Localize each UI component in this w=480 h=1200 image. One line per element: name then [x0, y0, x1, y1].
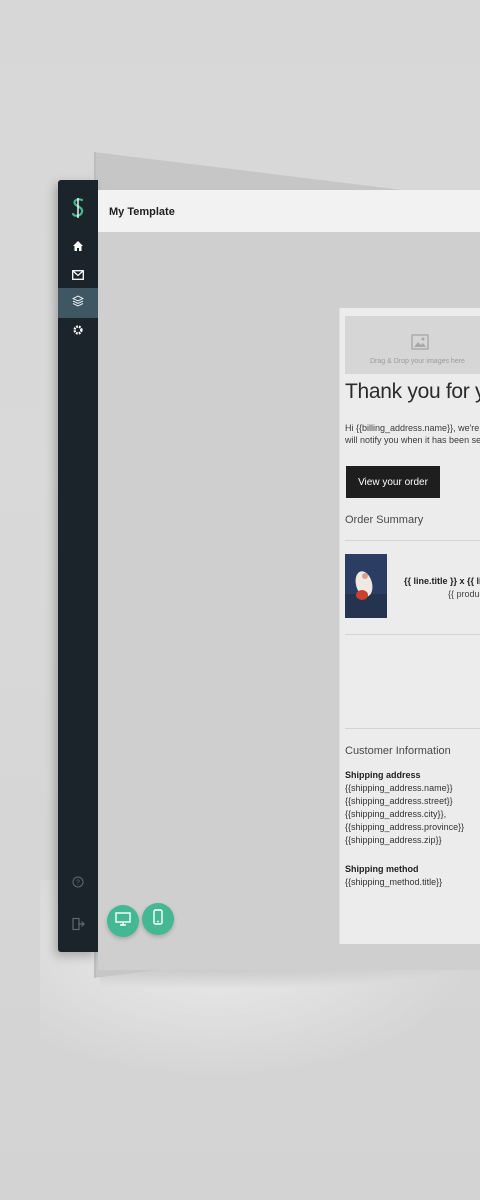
sidebar-item-logout[interactable]: [58, 912, 98, 940]
monitor-icon: [115, 911, 131, 931]
shipping-method-label: Shipping method: [345, 864, 419, 874]
sidebar-item-help[interactable]: ?: [58, 870, 98, 898]
home-icon: [72, 239, 84, 257]
order-summary-title: Order Summary: [345, 514, 424, 526]
email-preview: Drag & Drop your images here Thank you f…: [339, 308, 480, 944]
sidebar-item-templates[interactable]: [58, 288, 98, 318]
customer-info-title: Customer Information: [345, 745, 451, 757]
phone-icon: [153, 908, 163, 930]
address-line: {{shipping_address.city}},: [345, 809, 447, 819]
gear-icon: [72, 323, 84, 341]
help-icon: ?: [72, 875, 84, 893]
layers-icon: [71, 294, 85, 312]
line-item-title: {{ line.title }} x {{ lin: [404, 576, 480, 586]
address-line: {{shipping_address.name}}: [345, 783, 453, 793]
intro-line: Hi {{billing_address.name}}, we're g: [345, 423, 480, 433]
desktop-preview-button[interactable]: [107, 905, 139, 937]
topbar: My Template: [98, 190, 480, 237]
image-icon: [411, 334, 429, 355]
address-line: {{shipping_address.province}}: [345, 822, 465, 832]
address-line: {{shipping_address.zip}}: [345, 835, 442, 845]
line-item-product: {{ produc: [448, 589, 480, 599]
email-heading: Thank you for you: [345, 380, 480, 403]
canvas-area: Drag & Drop your images here Thank you f…: [98, 232, 480, 970]
shipping-method-value: {{shipping_method.title}}: [345, 877, 443, 887]
page-title: My Template: [109, 206, 175, 218]
address-line: {{shipping_address.street}}: [345, 796, 453, 806]
sidebar: ?: [58, 180, 98, 952]
intro-line: will notify you when it has been sen: [345, 435, 480, 445]
divider: [345, 540, 480, 541]
view-order-button[interactable]: View your order: [346, 466, 440, 498]
sidebar-item-mail[interactable]: [58, 262, 98, 290]
editor-window: My Template Drag & Drop your images here…: [98, 190, 480, 970]
logout-icon: [71, 917, 85, 936]
dropzone-text: Drag & Drop your images here: [370, 358, 465, 365]
divider: [345, 634, 480, 635]
sidebar-item-home[interactable]: [58, 234, 98, 262]
image-dropzone[interactable]: Drag & Drop your images here: [345, 316, 480, 374]
svg-text:?: ?: [76, 880, 80, 887]
brand-logo[interactable]: [58, 194, 98, 222]
shipping-address-label: Shipping address: [345, 770, 421, 780]
shipping-address: {{shipping_address.name}} {{shipping_add…: [345, 782, 464, 847]
mobile-preview-button[interactable]: [142, 903, 174, 935]
mail-icon: [72, 267, 84, 285]
product-thumbnail: [345, 554, 387, 618]
divider: [345, 728, 480, 729]
email-intro: Hi {{billing_address.name}}, we're g wil…: [345, 422, 480, 446]
sidebar-item-settings[interactable]: [58, 318, 98, 346]
